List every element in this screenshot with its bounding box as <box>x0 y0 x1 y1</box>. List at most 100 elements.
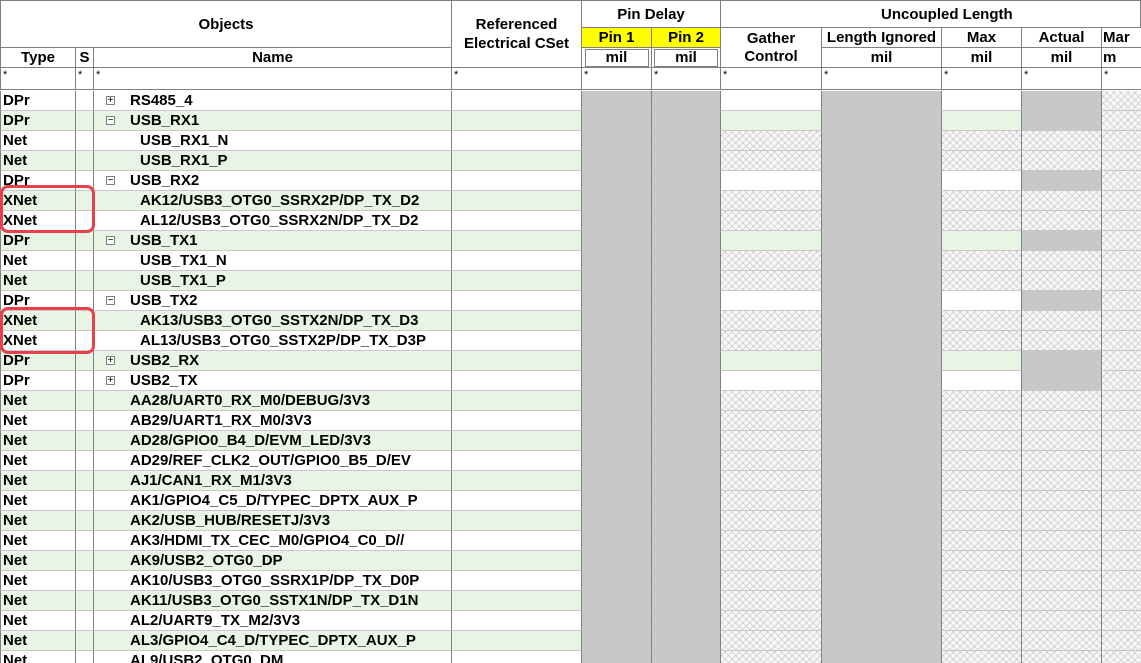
cell-s[interactable] <box>76 211 94 231</box>
cell-actual[interactable] <box>1022 171 1102 191</box>
cell-margin[interactable] <box>1102 631 1141 651</box>
cell-pin2[interactable] <box>652 651 721 663</box>
cell-gather[interactable] <box>721 291 822 311</box>
cell-type[interactable]: Net <box>0 531 76 551</box>
cell-actual[interactable] <box>1022 471 1102 491</box>
cell-type[interactable]: DPr <box>0 371 76 391</box>
cell-pin1[interactable] <box>582 311 652 331</box>
cell-gather[interactable] <box>721 451 822 471</box>
cell-s[interactable] <box>76 91 94 111</box>
cell-pin1[interactable] <box>582 271 652 291</box>
cell-pin2[interactable] <box>652 131 721 151</box>
cell-cset[interactable] <box>452 531 582 551</box>
cell-type[interactable]: Net <box>0 451 76 471</box>
cell-margin[interactable] <box>1102 311 1141 331</box>
cell-margin[interactable] <box>1102 491 1141 511</box>
filter-actual[interactable]: * <box>1022 68 1102 90</box>
cell-type[interactable]: Net <box>0 611 76 631</box>
cell-lenign[interactable] <box>822 291 942 311</box>
cell-gather[interactable] <box>721 171 822 191</box>
cell-s[interactable] <box>76 451 94 471</box>
cell-lenign[interactable] <box>822 311 942 331</box>
cell-pin1[interactable] <box>582 211 652 231</box>
filter-pin1[interactable]: * <box>582 68 652 90</box>
cell-lenign[interactable] <box>822 131 942 151</box>
cell-margin[interactable] <box>1102 451 1141 471</box>
cell-lenign[interactable] <box>822 351 942 371</box>
cell-type[interactable]: DPr <box>0 351 76 371</box>
cell-max[interactable] <box>942 511 1022 531</box>
cell-lenign[interactable] <box>822 591 942 611</box>
cell-gather[interactable] <box>721 651 822 663</box>
cell-pin2[interactable] <box>652 531 721 551</box>
cell-s[interactable] <box>76 571 94 591</box>
cell-max[interactable] <box>942 611 1022 631</box>
cell-type[interactable]: XNet <box>0 331 76 351</box>
cell-cset[interactable] <box>452 651 582 663</box>
cell-max[interactable] <box>942 351 1022 371</box>
cell-cset[interactable] <box>452 511 582 531</box>
cell-pin2[interactable] <box>652 271 721 291</box>
cell-cset[interactable] <box>452 591 582 611</box>
cell-name[interactable]: AK9/USB2_OTG0_DP <box>94 551 452 571</box>
cell-type[interactable]: DPr <box>0 111 76 131</box>
cell-name[interactable]: AK11/USB3_OTG0_SSTX1N/DP_TX_D1N <box>94 591 452 611</box>
cell-type[interactable]: Net <box>0 491 76 511</box>
cell-gather[interactable] <box>721 111 822 131</box>
cell-name[interactable]: USB_TX1_P <box>94 271 452 291</box>
pin-delay-header[interactable]: Pin Delay <box>582 0 721 28</box>
cell-cset[interactable] <box>452 191 582 211</box>
cell-pin1[interactable] <box>582 91 652 111</box>
cell-s[interactable] <box>76 311 94 331</box>
cell-max[interactable] <box>942 411 1022 431</box>
pin1-header[interactable]: Pin 1 <box>582 28 652 48</box>
cell-gather[interactable] <box>721 511 822 531</box>
cell-cset[interactable] <box>452 571 582 591</box>
cell-cset[interactable] <box>452 471 582 491</box>
cell-lenign[interactable] <box>822 391 942 411</box>
cell-margin[interactable] <box>1102 231 1141 251</box>
cell-margin[interactable] <box>1102 391 1141 411</box>
cell-max[interactable] <box>942 551 1022 571</box>
cell-name[interactable]: AK3/HDMI_TX_CEC_M0/GPIO4_C0_D// <box>94 531 452 551</box>
type-header[interactable]: Type <box>0 48 76 68</box>
cell-lenign[interactable] <box>822 451 942 471</box>
objects-header[interactable]: Objects <box>0 0 452 48</box>
cell-margin[interactable] <box>1102 331 1141 351</box>
cell-actual[interactable] <box>1022 311 1102 331</box>
cell-max[interactable] <box>942 231 1022 251</box>
cell-pin1[interactable] <box>582 171 652 191</box>
cell-cset[interactable] <box>452 491 582 511</box>
cell-lenign[interactable] <box>822 651 942 663</box>
cell-margin[interactable] <box>1102 91 1141 111</box>
cell-pin1[interactable] <box>582 591 652 611</box>
cell-pin2[interactable] <box>652 591 721 611</box>
filter-max[interactable]: * <box>942 68 1022 90</box>
cell-cset[interactable] <box>452 631 582 651</box>
cell-margin[interactable] <box>1102 211 1141 231</box>
cell-pin2[interactable] <box>652 391 721 411</box>
cell-actual[interactable] <box>1022 291 1102 311</box>
cell-s[interactable] <box>76 611 94 631</box>
cell-lenign[interactable] <box>822 471 942 491</box>
cell-lenign[interactable] <box>822 251 942 271</box>
cell-gather[interactable] <box>721 411 822 431</box>
cell-pin2[interactable] <box>652 371 721 391</box>
cell-lenign[interactable] <box>822 571 942 591</box>
cell-name[interactable]: + RS485_4 <box>94 91 452 111</box>
cell-name[interactable]: AK2/USB_HUB/RESETJ/3V3 <box>94 511 452 531</box>
cell-pin1[interactable] <box>582 131 652 151</box>
cell-gather[interactable] <box>721 271 822 291</box>
cell-name[interactable]: − USB_RX2 <box>94 171 452 191</box>
filter-margin[interactable]: * <box>1102 68 1141 90</box>
cell-gather[interactable] <box>721 211 822 231</box>
cell-pin2[interactable] <box>652 331 721 351</box>
cell-lenign[interactable] <box>822 531 942 551</box>
cell-max[interactable] <box>942 271 1022 291</box>
cell-name[interactable]: − USB_TX1 <box>94 231 452 251</box>
cell-s[interactable] <box>76 551 94 571</box>
cell-pin1[interactable] <box>582 251 652 271</box>
cell-gather[interactable] <box>721 91 822 111</box>
filter-length-ignored[interactable]: * <box>822 68 942 90</box>
cell-cset[interactable] <box>452 411 582 431</box>
